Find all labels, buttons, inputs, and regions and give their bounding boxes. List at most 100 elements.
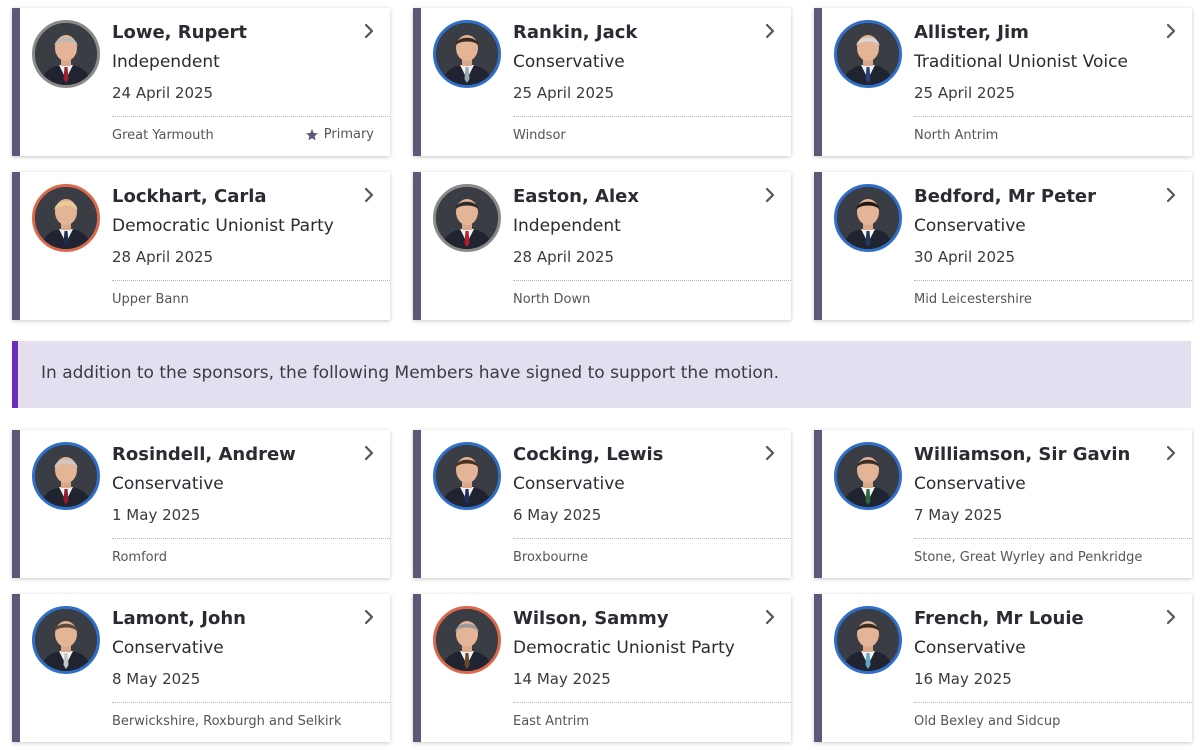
member-name[interactable]: Lockhart, Carla	[112, 186, 267, 207]
card-divider	[112, 702, 390, 703]
signed-date: 24 April 2025	[112, 84, 214, 102]
chevron-right-icon[interactable]	[1162, 186, 1180, 204]
chevron-right-icon[interactable]	[360, 444, 378, 462]
signed-date: 30 April 2025	[914, 248, 1016, 266]
member-constituency: North Antrim	[914, 128, 999, 143]
member-photo	[32, 442, 100, 510]
member-name[interactable]: Easton, Alex	[513, 186, 639, 207]
card-divider	[914, 702, 1192, 703]
member-photo	[32, 20, 100, 88]
chevron-right-icon[interactable]	[1162, 608, 1180, 626]
member-constituency: Mid Leicestershire	[914, 292, 1032, 307]
member-card[interactable]: Wilson, Sammy Democratic Unionist Party …	[413, 594, 791, 742]
member-party: Conservative	[112, 638, 224, 658]
chevron-right-icon[interactable]	[360, 608, 378, 626]
member-name[interactable]: Rankin, Jack	[513, 22, 637, 43]
signed-date: 14 May 2025	[513, 670, 611, 688]
member-constituency: East Antrim	[513, 714, 590, 729]
card-divider	[513, 538, 791, 539]
member-constituency: Romford	[112, 550, 167, 565]
member-card[interactable]: Williamson, Sir Gavin Conservative 7 May…	[814, 430, 1192, 578]
member-photo	[834, 20, 902, 88]
member-card[interactable]: Cocking, Lewis Conservative 6 May 2025 B…	[413, 430, 791, 578]
card-divider	[513, 702, 791, 703]
chevron-right-icon[interactable]	[761, 608, 779, 626]
member-card[interactable]: Rankin, Jack Conservative 25 April 2025 …	[413, 8, 791, 156]
member-card[interactable]: French, Mr Louie Conservative 16 May 202…	[814, 594, 1192, 742]
member-name[interactable]: Wilson, Sammy	[513, 608, 669, 629]
primary-sponsor-badge: Primary	[305, 127, 374, 142]
member-photo	[433, 20, 501, 88]
star-icon	[305, 128, 318, 140]
member-name[interactable]: Lowe, Rupert	[112, 22, 247, 43]
member-party: Independent	[513, 216, 621, 236]
member-card[interactable]: Rosindell, Andrew Conservative 1 May 202…	[12, 430, 390, 578]
signed-date: 25 April 2025	[914, 84, 1016, 102]
signed-date: 16 May 2025	[914, 670, 1012, 688]
signed-date: 28 April 2025	[112, 248, 214, 266]
chevron-right-icon[interactable]	[761, 444, 779, 462]
card-divider	[112, 538, 390, 539]
member-party: Independent	[112, 52, 220, 72]
chevron-right-icon[interactable]	[360, 22, 378, 40]
member-constituency: Broxbourne	[513, 550, 589, 565]
supporter-list: Rosindell, Andrew Conservative 1 May 202…	[12, 430, 1192, 742]
member-card[interactable]: Lockhart, Carla Democratic Unionist Part…	[12, 172, 390, 320]
member-constituency: Stone, Great Wyrley and Penkridge	[914, 550, 1143, 565]
card-divider	[914, 280, 1192, 281]
member-constituency: Upper Bann	[112, 292, 189, 307]
member-photo	[834, 184, 902, 252]
member-card[interactable]: Bedford, Mr Peter Conservative 30 April …	[814, 172, 1192, 320]
member-name[interactable]: Cocking, Lewis	[513, 444, 663, 465]
member-card[interactable]: Lamont, John Conservative 8 May 2025 Ber…	[12, 594, 390, 742]
member-party: Conservative	[914, 638, 1026, 658]
member-constituency: Great Yarmouth	[112, 128, 214, 143]
primary-sponsor-label: Primary	[323, 127, 374, 142]
member-constituency: Old Bexley and Sidcup	[914, 714, 1061, 729]
member-card[interactable]: Allister, Jim Traditional Unionist Voice…	[814, 8, 1192, 156]
member-party: Conservative	[112, 474, 224, 494]
card-divider	[513, 280, 791, 281]
member-photo	[433, 606, 501, 674]
member-name[interactable]: Williamson, Sir Gavin	[914, 444, 1130, 465]
chevron-right-icon[interactable]	[761, 22, 779, 40]
member-card[interactable]: Easton, Alex Independent 28 April 2025 N…	[413, 172, 791, 320]
member-party: Democratic Unionist Party	[513, 638, 735, 658]
card-divider	[513, 116, 791, 117]
sponsor-list: Lowe, Rupert Independent 24 April 2025 G…	[12, 8, 1192, 320]
signed-date: 25 April 2025	[513, 84, 615, 102]
signed-date: 8 May 2025	[112, 670, 201, 688]
member-party: Conservative	[513, 52, 625, 72]
card-divider	[112, 280, 390, 281]
supporters-notice-text: In addition to the sponsors, the followi…	[41, 363, 779, 383]
member-name[interactable]: Rosindell, Andrew	[112, 444, 296, 465]
supporters-notice: In addition to the sponsors, the followi…	[12, 341, 1191, 408]
member-name[interactable]: Allister, Jim	[914, 22, 1029, 43]
member-party: Conservative	[914, 474, 1026, 494]
member-card[interactable]: Lowe, Rupert Independent 24 April 2025 G…	[12, 8, 390, 156]
signed-date: 6 May 2025	[513, 506, 602, 524]
card-divider	[914, 538, 1192, 539]
signed-date: 1 May 2025	[112, 506, 201, 524]
card-divider	[112, 116, 390, 117]
member-party: Conservative	[914, 216, 1026, 236]
chevron-right-icon[interactable]	[1162, 22, 1180, 40]
chevron-right-icon[interactable]	[360, 186, 378, 204]
signed-date: 7 May 2025	[914, 506, 1003, 524]
member-name[interactable]: Lamont, John	[112, 608, 246, 629]
member-party: Democratic Unionist Party	[112, 216, 334, 236]
member-constituency: North Down	[513, 292, 591, 307]
member-name[interactable]: French, Mr Louie	[914, 608, 1084, 629]
member-constituency: Windsor	[513, 128, 566, 143]
member-photo	[32, 184, 100, 252]
chevron-right-icon[interactable]	[761, 186, 779, 204]
member-constituency: Berwickshire, Roxburgh and Selkirk	[112, 714, 342, 729]
member-photo	[433, 184, 501, 252]
member-photo	[433, 442, 501, 510]
chevron-right-icon[interactable]	[1162, 444, 1180, 462]
member-photo	[834, 606, 902, 674]
signed-date: 28 April 2025	[513, 248, 615, 266]
member-party: Traditional Unionist Voice	[914, 52, 1128, 72]
member-photo	[834, 442, 902, 510]
member-name[interactable]: Bedford, Mr Peter	[914, 186, 1096, 207]
